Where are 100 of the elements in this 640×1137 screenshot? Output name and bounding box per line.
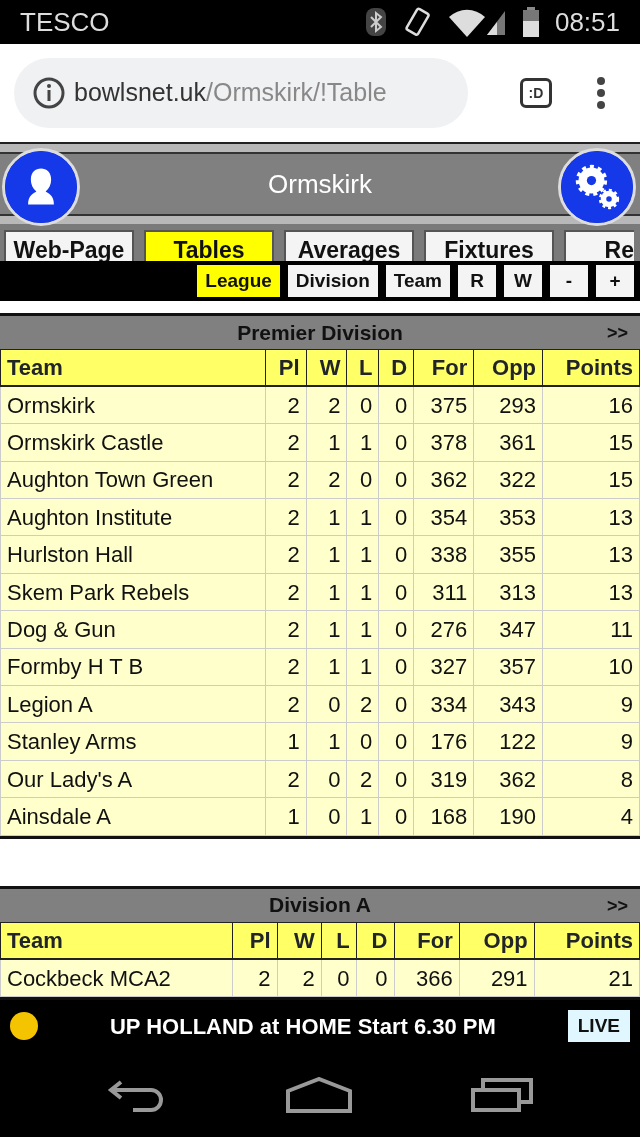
table-cell: 2 [265, 648, 307, 686]
table-cell: Dog & Gun [0, 610, 266, 649]
table-cell: Aughton Town Green [0, 461, 266, 499]
table-cell: 16 [542, 386, 640, 424]
table-cell: 2 [277, 959, 322, 997]
table-cell: 10 [542, 648, 640, 686]
table-cell: 190 [473, 797, 543, 836]
column-header: Opp [459, 922, 535, 960]
table-cell: 0 [306, 760, 347, 798]
table-cell: 0 [306, 797, 347, 836]
info-icon [32, 76, 66, 110]
table-cell: 357 [473, 648, 543, 686]
address-bar[interactable]: bowlsnet.uk/Ormskirk/!Table [14, 58, 468, 128]
view-tab[interactable]: W [504, 264, 542, 297]
tab-switcher-button[interactable]: :D [520, 78, 552, 108]
view-tab[interactable]: - [550, 264, 588, 297]
table-cell: Ainsdale A [0, 797, 266, 836]
table-cell: 343 [473, 685, 543, 723]
table-cell: 354 [413, 498, 474, 536]
column-header: Team [0, 349, 266, 387]
table-cell: 2 [265, 498, 307, 536]
table-cell: 4 [542, 797, 640, 836]
phone-vibrate-icon [402, 7, 433, 37]
table-cell: 13 [542, 498, 640, 536]
table-cell: 9 [542, 685, 640, 723]
status-dot [10, 1012, 38, 1040]
view-tab[interactable]: R [458, 264, 496, 297]
table-cell: 21 [534, 959, 640, 997]
table-cell: 319 [413, 760, 474, 798]
url-text: bowlsnet.uk/Ormskirk/!Table [74, 77, 387, 109]
column-header: L [346, 349, 379, 387]
table-cell: 361 [473, 423, 543, 462]
table-cell: 334 [413, 685, 474, 723]
view-tab[interactable]: + [596, 264, 634, 297]
table-cell: 311 [413, 573, 474, 611]
table-cell: 1 [306, 573, 347, 611]
live-button[interactable]: LIVE [567, 1009, 630, 1043]
column-header: W [277, 922, 322, 960]
table-cell: 338 [413, 536, 474, 574]
table-cell: 2 [265, 573, 307, 611]
table-cell: 13 [542, 536, 640, 574]
table-cell: Cockbeck MCA2 [0, 959, 233, 997]
table-cell: 2 [265, 461, 307, 499]
table-cell: 122 [473, 722, 543, 761]
table-cell: 362 [473, 760, 543, 798]
table-cell: 2 [265, 386, 307, 424]
table-cell: 1 [306, 610, 347, 649]
table-cell: 362 [413, 461, 474, 499]
table-cell: 276 [413, 610, 474, 649]
column-header: For [413, 349, 474, 387]
next-link[interactable]: >> [606, 892, 628, 920]
table-cell: 2 [265, 610, 307, 649]
column-header: Team [0, 922, 233, 960]
table-cell: 291 [459, 959, 535, 997]
column-header: Points [534, 922, 640, 960]
table-cell: 1 [306, 536, 347, 574]
column-header: For [394, 922, 460, 960]
table-cell: 2 [306, 386, 347, 424]
nav-tab[interactable]: Tables [144, 230, 274, 261]
table-cell: 1 [306, 423, 347, 462]
menu-icon[interactable] [596, 77, 606, 109]
table-cell: Skem Park Rebels [0, 573, 266, 611]
table-cell: 293 [473, 386, 543, 424]
table-cell: 322 [473, 461, 543, 499]
carrier-name: TESCO [20, 5, 110, 39]
column-header: Pl [265, 349, 307, 387]
table-cell: 15 [542, 423, 640, 462]
nav-tab[interactable]: Fixtures [424, 230, 554, 261]
table-cell: 313 [473, 573, 543, 611]
table-cell: 0 [356, 959, 394, 997]
home-icon[interactable] [286, 1076, 352, 1113]
table-cell: 13 [542, 573, 640, 611]
table-cell: 327 [413, 648, 474, 686]
clock: 08:51 [554, 5, 620, 39]
wifi-signal-icon [448, 7, 507, 37]
column-header: D [356, 922, 394, 960]
table-cell: Formby H T B [0, 648, 266, 686]
table-cell: 378 [413, 423, 474, 462]
table-cell: 1 [306, 498, 347, 536]
table-cell: Stanley Arms [0, 722, 266, 761]
view-tab[interactable]: League [197, 264, 280, 297]
table-cell: 353 [473, 498, 543, 536]
table-cell: 1 [265, 797, 307, 836]
nav-tab[interactable]: Re [564, 230, 634, 261]
recent-apps-icon[interactable] [470, 1077, 533, 1112]
table-cell: 366 [394, 959, 460, 997]
table-cell: 15 [542, 461, 640, 499]
view-tab[interactable]: Team [385, 264, 450, 297]
table-cell: 355 [473, 536, 543, 574]
table-cell: 8 [542, 760, 640, 798]
table-cell: 1 [306, 722, 347, 761]
column-header: W [306, 349, 347, 387]
next-link[interactable]: >> [606, 319, 628, 347]
column-header: D [378, 349, 414, 387]
fixture-message: UP HOLLAND at HOME Start 6.30 PM [109, 1012, 496, 1041]
division-title: Division A [269, 892, 371, 919]
table-cell: Hurlston Hall [0, 536, 266, 574]
division-title: Premier Division [237, 319, 403, 346]
view-tab[interactable]: Division [287, 264, 378, 297]
table-cell: 9 [542, 722, 640, 761]
